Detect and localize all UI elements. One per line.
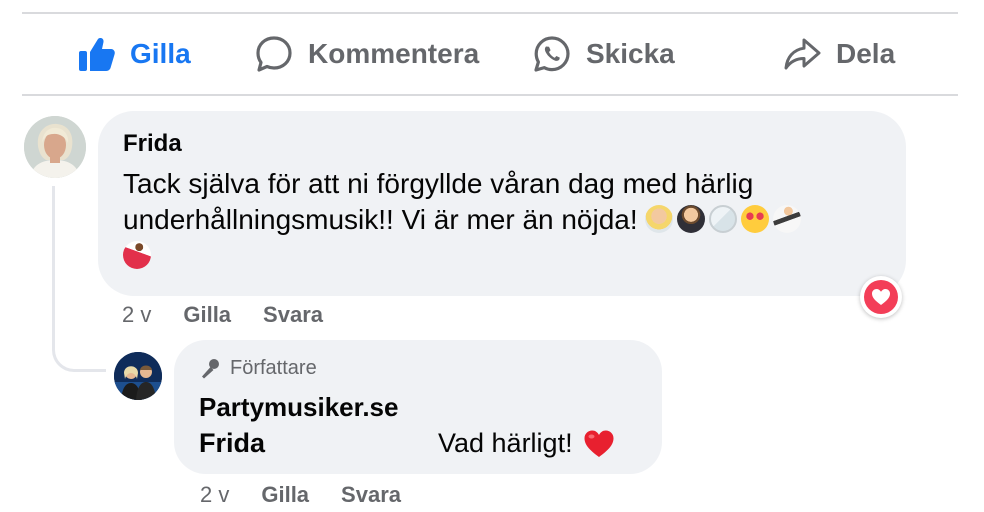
reply-like-link[interactable]: Gilla bbox=[261, 482, 309, 508]
comment-reply-link[interactable]: Svara bbox=[263, 302, 323, 328]
comment-meta: 2 v Gilla Svara bbox=[122, 302, 323, 328]
whatsapp-icon bbox=[534, 36, 570, 72]
comment-time[interactable]: 2 v bbox=[122, 302, 151, 328]
reply-text: Vad härligt! bbox=[438, 428, 615, 459]
reply-body: Vad härligt! bbox=[438, 428, 573, 458]
action-divider bbox=[22, 94, 958, 96]
share-button[interactable]: Dela bbox=[782, 28, 895, 80]
author-badge: Författare bbox=[198, 356, 317, 380]
heart-reaction bbox=[864, 280, 898, 314]
reply-author[interactable]: Partymusiker.se bbox=[199, 392, 398, 423]
top-divider bbox=[22, 12, 958, 14]
comment-text: Tack själva för att ni förgyllde våran d… bbox=[123, 166, 883, 274]
comment-like-link[interactable]: Gilla bbox=[183, 302, 231, 328]
red-heart-emoji bbox=[584, 430, 614, 457]
avatar-partymusiker[interactable] bbox=[114, 352, 162, 400]
reaction-badge[interactable] bbox=[860, 276, 902, 318]
like-button[interactable]: Gilla bbox=[76, 28, 191, 80]
post-action-bar: Gilla Kommentera Skicka Dela bbox=[22, 28, 958, 80]
woman-dancing-emoji bbox=[123, 241, 151, 269]
comment-label: Kommentera bbox=[308, 38, 480, 69]
comment-author[interactable]: Frida bbox=[123, 130, 182, 158]
author-badge-label: Författare bbox=[230, 356, 317, 379]
heart-icon bbox=[872, 289, 890, 305]
share-arrow-icon bbox=[784, 38, 821, 70]
mentioned-user[interactable]: Frida bbox=[199, 428, 265, 459]
woman-technologist-emoji bbox=[645, 205, 674, 233]
send-label: Skicka bbox=[586, 38, 675, 69]
like-label: Gilla bbox=[130, 38, 191, 69]
send-button[interactable]: Skicka bbox=[532, 28, 675, 80]
clinking-glasses-emoji bbox=[709, 205, 738, 233]
avatar-frida[interactable] bbox=[24, 116, 86, 178]
comment-bubble-icon bbox=[256, 36, 292, 72]
man-in-tuxedo-emoji bbox=[677, 205, 706, 233]
microphone-icon bbox=[202, 359, 219, 379]
thumbs-up-icon bbox=[79, 38, 115, 71]
frida-photo bbox=[24, 116, 86, 178]
reply-meta: 2 v Gilla Svara bbox=[200, 482, 401, 508]
reply-time[interactable]: 2 v bbox=[200, 482, 229, 508]
partymusiker-photo bbox=[114, 352, 162, 400]
heart-eyes-emoji bbox=[741, 205, 770, 233]
share-label: Dela bbox=[836, 38, 896, 69]
man-dancing-emoji bbox=[773, 205, 802, 233]
comment-button[interactable]: Kommentera bbox=[254, 28, 479, 80]
reply-reply-link[interactable]: Svara bbox=[341, 482, 401, 508]
